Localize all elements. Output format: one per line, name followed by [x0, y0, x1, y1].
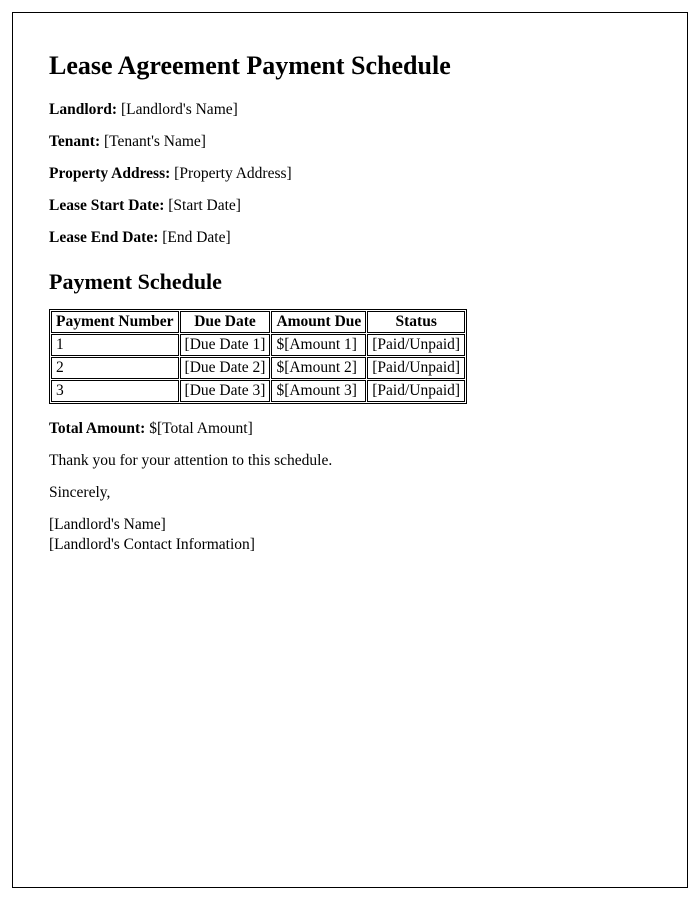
landlord-value: [Landlord's Name] [121, 101, 238, 118]
col-due-date: Due Date [180, 311, 271, 333]
start-date-value: [Start Date] [168, 197, 241, 214]
landlord-line: Landlord: [Landlord's Name] [49, 101, 651, 119]
table-row: 1 [Due Date 1] $[Amount 1] [Paid/Unpaid] [51, 334, 465, 356]
cell-amount-due: $[Amount 1] [271, 334, 366, 356]
cell-payment-number: 1 [51, 334, 179, 356]
start-date-label: Lease Start Date: [49, 197, 164, 214]
cell-due-date: [Due Date 3] [180, 380, 271, 402]
end-date-line: Lease End Date: [End Date] [49, 229, 651, 247]
payment-table: Payment Number Due Date Amount Due Statu… [49, 309, 467, 404]
landlord-label: Landlord: [49, 101, 117, 118]
tenant-line: Tenant: [Tenant's Name] [49, 133, 651, 151]
signature-name: [Landlord's Name] [49, 516, 651, 534]
table-header-row: Payment Number Due Date Amount Due Statu… [51, 311, 465, 333]
cell-due-date: [Due Date 1] [180, 334, 271, 356]
cell-status: [Paid/Unpaid] [367, 357, 465, 379]
total-line: Total Amount: $[Total Amount] [49, 420, 651, 438]
thank-you-text: Thank you for your attention to this sch… [49, 452, 651, 470]
tenant-label: Tenant: [49, 133, 100, 150]
sign-off: Sincerely, [49, 484, 651, 502]
total-label: Total Amount: [49, 420, 145, 437]
document-page: Lease Agreement Payment Schedule Landlor… [12, 12, 688, 888]
end-date-label: Lease End Date: [49, 229, 158, 246]
address-value: [Property Address] [174, 165, 292, 182]
cell-status: [Paid/Unpaid] [367, 334, 465, 356]
cell-payment-number: 3 [51, 380, 179, 402]
total-value: $[Total Amount] [149, 420, 253, 437]
signature-contact: [Landlord's Contact Information] [49, 536, 651, 554]
end-date-value: [End Date] [162, 229, 230, 246]
tenant-value: [Tenant's Name] [104, 133, 206, 150]
page-title: Lease Agreement Payment Schedule [49, 51, 651, 81]
cell-amount-due: $[Amount 2] [271, 357, 366, 379]
start-date-line: Lease Start Date: [Start Date] [49, 197, 651, 215]
cell-due-date: [Due Date 2] [180, 357, 271, 379]
schedule-heading: Payment Schedule [49, 269, 651, 295]
address-label: Property Address: [49, 165, 170, 182]
cell-amount-due: $[Amount 3] [271, 380, 366, 402]
table-row: 2 [Due Date 2] $[Amount 2] [Paid/Unpaid] [51, 357, 465, 379]
cell-status: [Paid/Unpaid] [367, 380, 465, 402]
col-payment-number: Payment Number [51, 311, 179, 333]
col-amount-due: Amount Due [271, 311, 366, 333]
table-row: 3 [Due Date 3] $[Amount 3] [Paid/Unpaid] [51, 380, 465, 402]
cell-payment-number: 2 [51, 357, 179, 379]
address-line: Property Address: [Property Address] [49, 165, 651, 183]
col-status: Status [367, 311, 465, 333]
